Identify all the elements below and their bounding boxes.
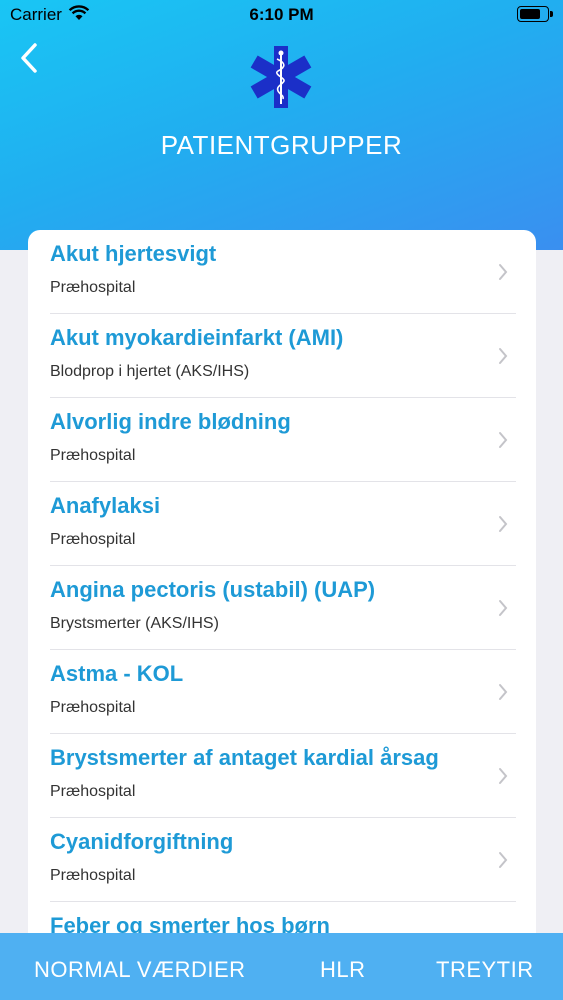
header: Carrier 6:10 PM PATIENTGRUPPER [0, 0, 563, 250]
tab-hlr[interactable]: HLR [320, 957, 366, 983]
list-item-subtitle: Brystsmerter (AKS/IHS) [50, 615, 219, 632]
list-item-title: Astma - KOL [50, 661, 184, 686]
list-item-title: Angina pectoris (ustabil) (UAP) [50, 577, 376, 602]
chevron-right-icon [499, 516, 508, 532]
chevron-left-icon [21, 43, 37, 73]
list-item-subtitle: Præhospital [50, 699, 136, 716]
list-item-title: Alvorlig indre blødning [50, 409, 291, 434]
list-item[interactable]: Akut myokardieinfarkt (AMI) Blodprop i h… [50, 314, 516, 398]
chevron-right-icon [499, 768, 508, 784]
list-item[interactable]: Astma - KOL Præhospital [50, 650, 516, 734]
chevron-right-icon [499, 432, 508, 448]
page-title: PATIENTGRUPPER [160, 130, 403, 160]
list-item-title: Akut myokardieinfarkt (AMI) [50, 325, 344, 350]
list-item[interactable]: Alvorlig indre blødning Præhospital [50, 398, 516, 482]
clock: 6:10 PM [249, 5, 314, 24]
list-item[interactable]: Akut hjertesvigt Præhospital [50, 230, 516, 314]
battery-icon [517, 6, 553, 22]
list-item[interactable]: Anafylaksi Præhospital [50, 482, 516, 566]
chevron-right-icon [499, 684, 508, 700]
list-item[interactable]: Angina pectoris (ustabil) (UAP) Brystsme… [50, 566, 516, 650]
tab-bar: NORMAL VÆRDIER HLR TREYTIR [0, 933, 563, 1000]
list-item-subtitle: Præhospital [50, 279, 136, 296]
chevron-right-icon [499, 348, 508, 364]
list-item-title: Anafylaksi [50, 493, 161, 518]
chevron-right-icon [499, 852, 508, 868]
list-item-title: Akut hjertesvigt [50, 241, 217, 266]
list-item-subtitle: Præhospital [50, 531, 136, 548]
patient-group-list: Akut hjertesvigt Præhospital Akut myokar… [28, 230, 536, 950]
list-item-subtitle: Blodprop i hjertet (AKS/IHS) [50, 363, 250, 380]
list-item-subtitle: Præhospital [50, 447, 136, 464]
status-bar: Carrier 6:10 PM [0, 0, 563, 30]
list-item[interactable]: Cyanidforgiftning Præhospital [50, 818, 516, 902]
chevron-right-icon [499, 600, 508, 616]
tab-treytir[interactable]: TREYTIR [436, 957, 534, 983]
star-of-life-icon [250, 46, 312, 108]
list-item-title: Cyanidforgiftning [50, 829, 234, 854]
list-item-subtitle: Præhospital [50, 867, 136, 884]
chevron-right-icon [499, 264, 508, 280]
list-item-title: Brystsmerter af antaget kardial årsag [50, 745, 439, 770]
back-button[interactable] [12, 40, 46, 76]
list-item[interactable]: Brystsmerter af antaget kardial årsag Pr… [50, 734, 516, 818]
list-item-subtitle: Præhospital [50, 783, 136, 800]
tab-normal-values[interactable]: NORMAL VÆRDIER [34, 957, 246, 983]
